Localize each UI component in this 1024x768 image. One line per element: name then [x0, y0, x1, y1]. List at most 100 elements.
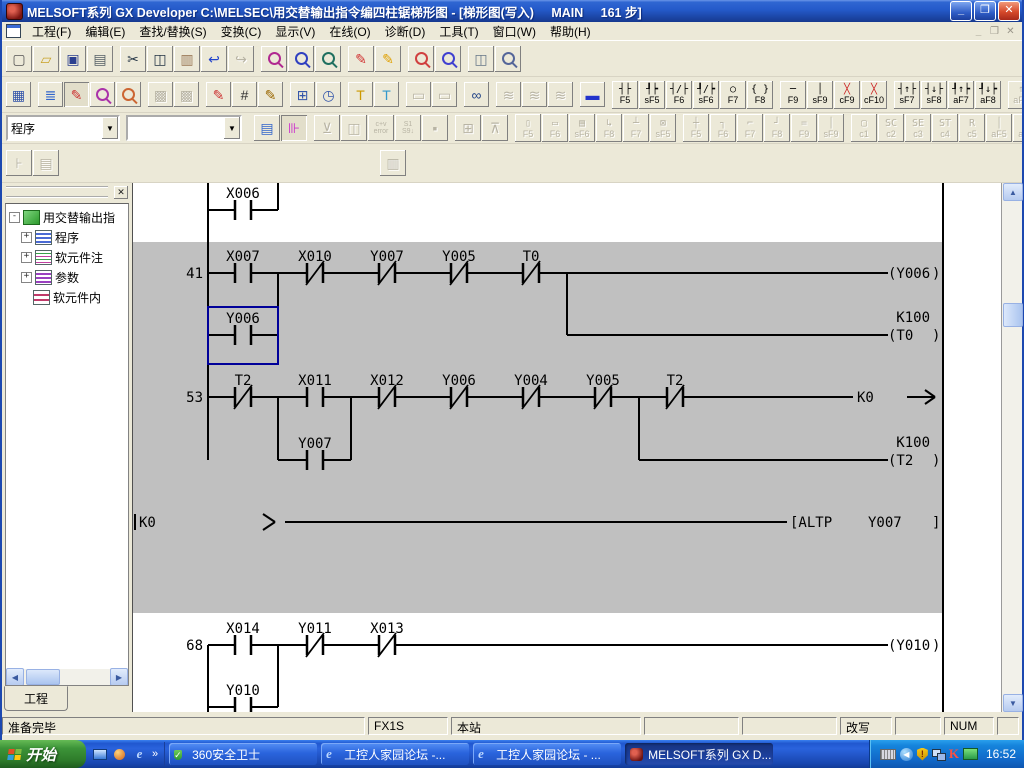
- tree-item-program-icon[interactable]: +程序: [6, 227, 128, 247]
- open-project-button[interactable]: ▱: [33, 46, 59, 72]
- clock-setting-button[interactable]: ◷: [316, 82, 341, 107]
- find-string-button[interactable]: [315, 46, 341, 72]
- comment-edit-button[interactable]: ✎: [206, 82, 231, 107]
- new-project-button[interactable]: ▢: [6, 46, 32, 72]
- keyboard-icon[interactable]: [880, 749, 896, 760]
- statement-edit-button[interactable]: #: [232, 82, 257, 107]
- panel-close-icon[interactable]: ✕: [114, 186, 128, 199]
- menu-工具[interactable]: 工具(T): [432, 22, 485, 41]
- ladder-symbol-aF7-button[interactable]: ┦↑┝aF7: [948, 81, 974, 109]
- scroll-right-icon[interactable]: ▶: [110, 668, 128, 686]
- ladder-vscrollbar[interactable]: ▲ ▼: [1002, 183, 1022, 712]
- ladder-symbol-sF7-button[interactable]: ┤↑├sF7: [894, 81, 920, 109]
- collapse-icon[interactable]: -: [9, 212, 20, 223]
- ladder-symbol-cF9-button[interactable]: ╳cF9: [834, 81, 860, 109]
- find-device-button[interactable]: [261, 46, 287, 72]
- ladder-symbol-F7-button[interactable]: ○F7: [720, 81, 746, 109]
- print-button[interactable]: ▤: [87, 46, 113, 72]
- tree-hscrollbar[interactable]: ◀ ▶: [6, 669, 128, 685]
- quick-launch-overflow-icon[interactable]: »: [152, 748, 158, 760]
- task-360-safe-button[interactable]: ✓360安全卫士: [169, 743, 317, 765]
- tree-item-parameter-icon[interactable]: +参数: [6, 267, 128, 287]
- show-desktop-icon[interactable]: [92, 747, 107, 762]
- ladder-symbol-F6-button[interactable]: ┤/├F6: [666, 81, 692, 109]
- cut-button[interactable]: ✂: [120, 46, 146, 72]
- paste-button[interactable]: ▥: [174, 46, 200, 72]
- menu-显示[interactable]: 显示(V): [268, 22, 322, 41]
- ladder-symbol-cF10-button[interactable]: ╳cF10: [861, 81, 887, 109]
- entry-data-monitor-button[interactable]: ▬: [580, 82, 605, 107]
- security-alert-icon[interactable]: !: [917, 748, 928, 761]
- cross-reference-button[interactable]: [408, 46, 434, 72]
- task-melsoft-button[interactable]: MELSOFT系列 GX D...: [625, 743, 773, 765]
- internet-explorer-icon[interactable]: e: [132, 747, 147, 762]
- write-mode-button[interactable]: ✎: [64, 82, 89, 107]
- tree-item-device-memory-icon[interactable]: 软元件内: [6, 287, 128, 307]
- task-forum-1-button[interactable]: e工控人家园论坛 -...: [321, 743, 469, 765]
- list-used-devices-button[interactable]: [435, 46, 461, 72]
- menu-查找/替换[interactable]: 查找/替换(S): [132, 22, 213, 41]
- network-icon[interactable]: [932, 749, 945, 760]
- menu-在线[interactable]: 在线(O): [322, 22, 377, 41]
- taskbar-clock[interactable]: 16:52: [986, 747, 1016, 761]
- expand-icon[interactable]: +: [21, 232, 32, 243]
- find-instruction-button[interactable]: [288, 46, 314, 72]
- menu-窗口[interactable]: 窗口(W): [486, 22, 543, 41]
- ladder-logic-test-button[interactable]: ▦: [6, 82, 31, 107]
- save-project-button[interactable]: ▣: [60, 46, 86, 72]
- ladder-symbol-F5-button[interactable]: ┤├F5: [612, 81, 638, 109]
- transfer-setup-button[interactable]: ◫: [468, 46, 494, 72]
- close-button[interactable]: ✕: [998, 1, 1020, 21]
- media-player-icon[interactable]: [112, 747, 127, 762]
- minimize-button[interactable]: _: [950, 1, 972, 21]
- child-restore-icon[interactable]: ❐: [987, 26, 1002, 37]
- scroll-thumb[interactable]: [26, 669, 60, 685]
- menu-编辑[interactable]: 编辑(E): [78, 22, 132, 41]
- menu-诊断[interactable]: 诊断(D): [378, 22, 433, 41]
- undo-button[interactable]: ↩: [201, 46, 227, 72]
- tree-root-project[interactable]: -用交替输出指: [6, 207, 128, 227]
- monitor-find-button[interactable]: [495, 46, 521, 72]
- expand-icon[interactable]: +: [21, 252, 32, 263]
- tree-item-device-comment-icon[interactable]: +软元件注: [6, 247, 128, 267]
- menu-工程[interactable]: 工程(F): [25, 22, 78, 41]
- kaspersky-icon[interactable]: K: [949, 746, 959, 762]
- scroll-up-icon[interactable]: ▲: [1003, 183, 1023, 201]
- ladder-symbol-sF6-button[interactable]: ┦/┝sF6: [693, 81, 719, 109]
- data-type-combo[interactable]: 程序 ▼: [6, 115, 120, 141]
- scroll-left-icon[interactable]: ◀: [6, 668, 24, 686]
- menu-帮助[interactable]: 帮助(H): [543, 22, 598, 41]
- monitor-mode-button[interactable]: [90, 82, 115, 107]
- mdi-child-icon[interactable]: [6, 24, 21, 38]
- device-memory-button[interactable]: ⊞: [290, 82, 315, 107]
- monitor-glasses-button[interactable]: ∞: [464, 82, 489, 107]
- ladder-symbol-sF8-button[interactable]: ┤↓├sF8: [921, 81, 947, 109]
- ladder-edit-area[interactable]: X00641X007X010Y007Y005T0(Y006)(T0)K100Y0…: [132, 183, 1002, 712]
- tree-display-button[interactable]: ⊪: [281, 115, 307, 141]
- comment-display-button[interactable]: ▤: [254, 115, 280, 141]
- block-combo[interactable]: ▼: [126, 115, 242, 141]
- start-button[interactable]: 开始: [0, 740, 86, 768]
- chevron-down-icon[interactable]: ▼: [102, 117, 118, 139]
- menu-变换[interactable]: 变换(C): [214, 22, 269, 41]
- restore-button[interactable]: ❐: [974, 1, 996, 21]
- panel-grip[interactable]: [6, 186, 108, 198]
- replace-string-button[interactable]: ✎: [375, 46, 401, 72]
- child-close-icon[interactable]: ✕: [1003, 26, 1018, 37]
- expand-icon[interactable]: +: [21, 272, 32, 283]
- chevron-down-icon[interactable]: ▼: [224, 117, 240, 139]
- remote-run-button[interactable]: T: [348, 82, 373, 107]
- scroll-thumb[interactable]: [1003, 303, 1023, 327]
- messenger-icon[interactable]: [963, 748, 978, 760]
- tab-project[interactable]: 工程: [4, 686, 68, 711]
- copy-button[interactable]: ◫: [147, 46, 173, 72]
- replace-device-button[interactable]: ✎: [348, 46, 374, 72]
- ladder-symbol-F9-button[interactable]: ─F9: [780, 81, 806, 109]
- ladder-symbol-F8-button[interactable]: { }F8: [747, 81, 773, 109]
- read-mode-button[interactable]: ≣: [38, 82, 63, 107]
- hidden-icons-icon[interactable]: ◀: [900, 748, 913, 761]
- remote-stop-button[interactable]: T: [374, 82, 399, 107]
- note-edit-button[interactable]: ✎: [258, 82, 283, 107]
- monitor-write-mode-button[interactable]: [116, 82, 141, 107]
- ladder-symbol-aF8-button[interactable]: ┦↓┝aF8: [975, 81, 1001, 109]
